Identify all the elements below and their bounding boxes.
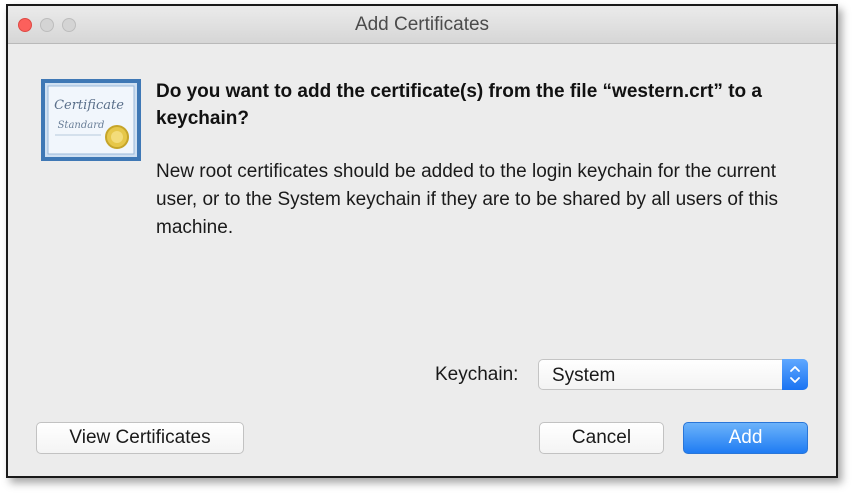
add-button[interactable]: Add <box>683 422 808 454</box>
keychain-label: Keychain: <box>435 364 519 385</box>
cancel-button[interactable]: Cancel <box>539 422 664 454</box>
window-title: Add Certificates <box>354 14 490 35</box>
certificate-icon: Certificate Standard <box>41 79 141 161</box>
keychain-select[interactable]: System <box>538 359 808 390</box>
title-bar: Add Certificates <box>8 6 836 44</box>
add-certificates-dialog: Add Certificates Certificate Standard Do… <box>6 4 838 478</box>
select-stepper-icon <box>782 359 808 390</box>
certificate-icon-line1: Certificate <box>54 98 124 113</box>
view-certificates-button[interactable]: View Certificates <box>36 422 244 454</box>
keychain-value: System <box>552 365 616 386</box>
dialog-message: New root certificates should be added to… <box>156 161 779 238</box>
dialog-heading: Do you want to add the certificate(s) fr… <box>156 81 762 129</box>
certificate-icon-line2: Standard <box>58 120 105 131</box>
